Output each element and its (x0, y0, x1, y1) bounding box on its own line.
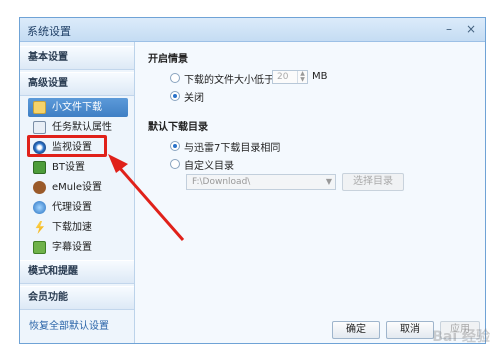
annotation-arrow-head (108, 154, 128, 173)
annotation-arrow-line (116, 165, 185, 241)
watermark: Bai 经验 (432, 329, 490, 345)
annotation-arrow-icon (108, 154, 185, 241)
